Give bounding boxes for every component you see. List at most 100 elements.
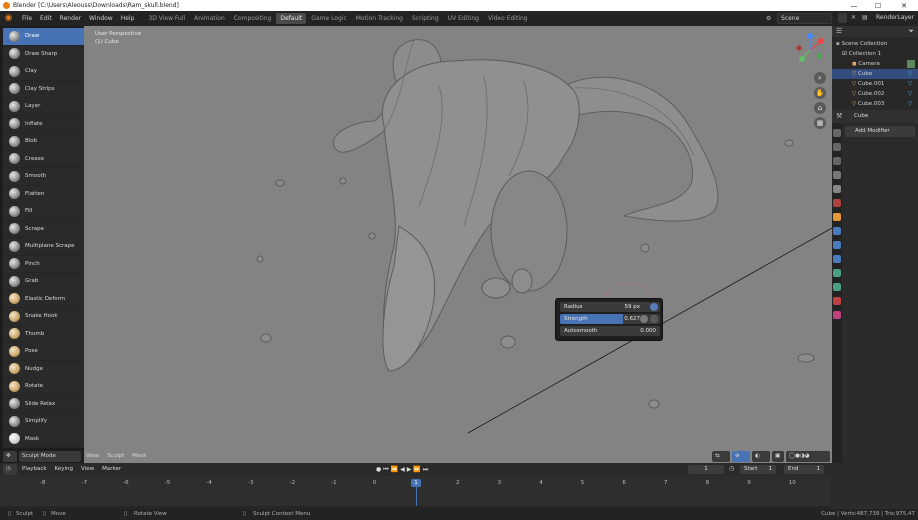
camera-view-icon[interactable]: ⌂ (814, 102, 826, 114)
autosmooth-field[interactable]: Autosmooth 0.000 (560, 326, 660, 336)
checkbox-icon[interactable]: ☑ (842, 51, 849, 57)
tab-animation[interactable]: Animation (190, 13, 229, 24)
strength-field[interactable]: Strength 0.627 (560, 314, 660, 324)
tool-inflate[interactable]: Inflate (3, 116, 84, 133)
menu-mask[interactable]: Mask (129, 451, 149, 462)
scene-selector[interactable]: Scene (777, 13, 832, 24)
menu-render[interactable]: Render (56, 15, 85, 22)
menu-keying[interactable]: Keying (52, 464, 76, 475)
tool-elastic-deform[interactable]: Elastic Deform (3, 291, 84, 308)
tool-multiplane-scrape[interactable]: Multiplane Scrape (3, 238, 84, 256)
editor-type-icon[interactable]: ✥ (3, 451, 17, 462)
tab-scripting[interactable]: Scripting (408, 13, 443, 24)
playhead[interactable]: 1 (411, 479, 421, 487)
viewport-gizmo-icon[interactable]: ⊕ (732, 451, 750, 462)
output-tab-icon[interactable] (833, 157, 841, 165)
properties-type-icon[interactable]: ⚒ (836, 112, 842, 120)
current-frame-field[interactable]: 1 (688, 465, 724, 474)
radius-field[interactable]: Radius 59 px (560, 302, 660, 312)
play-icon[interactable]: ▶ (407, 465, 412, 474)
3d-viewport[interactable]: User Perspective (1) Cube ⌕ ✋ ⌂ ▦ (84, 26, 832, 463)
tab-video-editing[interactable]: Video Editing (484, 13, 532, 24)
timeline-editor-icon[interactable]: ◷ (3, 464, 17, 475)
tool-fill[interactable]: Fill (3, 203, 84, 221)
tool-slide-relax[interactable]: Slide Relax (3, 396, 84, 413)
constraints-tab-icon[interactable] (833, 269, 841, 277)
timeline-area[interactable]: -8-7-6-5-4-3-2-1012345678910 1 (0, 476, 830, 506)
material-tab-icon[interactable] (833, 297, 841, 305)
object-tab-icon[interactable] (833, 213, 841, 221)
outliner-type-icon[interactable]: ☰ (836, 27, 842, 35)
outliner-row-collection[interactable]: ☑ Collection 1 (832, 49, 918, 59)
tool-tab-icon[interactable] (833, 129, 841, 137)
tab-motion-tracking[interactable]: Motion Tracking (352, 13, 407, 24)
tool-mask[interactable]: Mask (3, 431, 84, 448)
xray-icon[interactable]: ▣ (772, 451, 784, 462)
tool-grab[interactable]: Grab (3, 273, 84, 291)
menu-help[interactable]: Help (117, 15, 139, 22)
particles-tab-icon[interactable] (833, 241, 841, 249)
jump-end-icon[interactable]: ⏭ (423, 465, 428, 474)
view-layer-tab-icon[interactable] (833, 171, 841, 179)
outliner-row-cube-001[interactable]: ▽ Cube.001 ▽ (832, 79, 918, 89)
end-frame-field[interactable]: End 1 (784, 465, 824, 474)
navigation-gizmo[interactable] (792, 32, 828, 68)
outliner-row-cube[interactable]: ▽ Cube ▽ (832, 69, 918, 79)
preview-range-icon[interactable]: ◷ (729, 465, 734, 472)
next-keyframe-icon[interactable]: ⏩ (413, 465, 420, 474)
strength-unified-icon[interactable] (650, 315, 658, 323)
menu-view[interactable]: View (83, 451, 102, 462)
tool-draw[interactable]: Draw (3, 28, 84, 46)
outliner-row-cube-003[interactable]: ▽ Cube.003 ▽ (832, 99, 918, 109)
scene-tab-icon[interactable] (833, 185, 841, 193)
tab-uv-editing[interactable]: UV Editing (444, 13, 483, 24)
perspective-grid-icon[interactable]: ▦ (814, 117, 826, 129)
render-tab-icon[interactable] (833, 143, 841, 151)
pan-hand-icon[interactable]: ✋ (814, 87, 826, 99)
record-icon[interactable]: ● (376, 465, 381, 474)
tool-scrape[interactable]: Scrape (3, 221, 84, 238)
outliner-row-scene-collection[interactable]: ▪ Scene Collection (832, 39, 918, 49)
view-layer-selector[interactable]: RenderLayer (873, 13, 918, 24)
zoom-icon[interactable]: ⌕ (814, 72, 826, 84)
sculpt-mode-selector[interactable]: Sculpt Mode (19, 451, 81, 462)
play-reverse-icon[interactable]: ◀ (400, 465, 405, 474)
tool-layer[interactable]: Layer (3, 98, 84, 116)
tool-simplify[interactable]: Simplify (3, 413, 84, 431)
tool-clay[interactable]: Clay (3, 63, 84, 81)
radius-pressure-icon[interactable] (650, 303, 658, 311)
overlay-icon[interactable]: ◐ (752, 451, 770, 462)
data-tab-icon[interactable] (833, 283, 841, 291)
jump-start-icon[interactable]: ⏮ (383, 465, 388, 474)
maximize-button[interactable]: ☐ (866, 0, 890, 11)
tool-smooth[interactable]: Smooth (3, 168, 84, 186)
minimize-button[interactable]: — (842, 0, 866, 11)
tool-thumb[interactable]: Thumb (3, 326, 84, 343)
tool-snake-hook[interactable]: Snake Hook (3, 308, 84, 326)
blender-menu-icon[interactable]: ◉ (3, 13, 14, 24)
menu-timeline-view[interactable]: View (78, 464, 97, 475)
menu-playback[interactable]: Playback (19, 464, 50, 475)
modifier-tab-icon[interactable] (833, 227, 841, 235)
symmetry-icon[interactable]: ⇆ (712, 451, 730, 462)
tab-game-logic[interactable]: Game Logic (307, 13, 350, 24)
filter-icon[interactable]: ⏷ (908, 27, 914, 36)
menu-file[interactable]: File (18, 15, 36, 22)
strength-pressure-icon[interactable] (640, 315, 648, 323)
close-button[interactable]: ✕ (892, 0, 916, 11)
prev-keyframe-icon[interactable]: ⏪ (391, 465, 398, 474)
tab-compositing[interactable]: Compositing (230, 13, 276, 24)
tool-clay-strips[interactable]: Clay Strips (3, 81, 84, 98)
texture-tab-icon[interactable] (833, 311, 841, 319)
tab-default[interactable]: Default (276, 13, 307, 24)
shading-mode-icons[interactable]: ◯●◑◕ (786, 451, 830, 462)
tool-pose[interactable]: Pose (3, 343, 84, 361)
menu-window[interactable]: Window (85, 15, 117, 22)
add-modifier-button[interactable]: Add Modifier (845, 126, 915, 137)
tool-crease[interactable]: Crease (3, 151, 84, 168)
tab-3d-view-full[interactable]: 3D View Full (144, 13, 189, 24)
menu-sculpt[interactable]: Sculpt (104, 451, 127, 462)
menu-marker[interactable]: Marker (99, 464, 124, 475)
world-tab-icon[interactable] (833, 199, 841, 207)
new-scene-icon[interactable] (838, 13, 847, 23)
